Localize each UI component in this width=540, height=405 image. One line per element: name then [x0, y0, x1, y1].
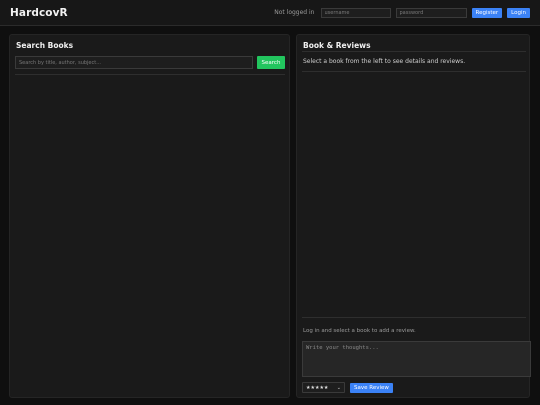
book-details-area	[302, 73, 526, 315]
username-input[interactable]	[320, 7, 391, 18]
login-status: Not logged in	[274, 9, 315, 16]
auth-area: Not logged in Register Login	[274, 7, 530, 18]
review-note: Log in and select a book to add a review…	[303, 328, 416, 334]
rating-select[interactable]: ★★★★★ ⌄	[302, 382, 345, 393]
search-button[interactable]: Search	[257, 56, 285, 69]
save-review-button[interactable]: Save Review	[350, 382, 393, 393]
register-button[interactable]: Register	[471, 7, 503, 18]
password-input[interactable]	[395, 7, 467, 18]
rating-value: ★★★★★	[306, 384, 329, 391]
app-title: HardcovR	[10, 6, 68, 19]
search-panel-title: Search Books	[16, 41, 74, 50]
details-hint: Select a book from the left to see detai…	[303, 58, 466, 65]
search-results-list	[15, 76, 285, 394]
details-divider	[302, 71, 526, 72]
search-results-divider	[15, 74, 285, 75]
search-panel: Search Books Search	[9, 34, 290, 398]
title-divider	[302, 51, 526, 52]
review-textarea[interactable]	[302, 341, 531, 377]
top-bar: HardcovR Not logged in Register Login	[0, 0, 540, 26]
login-button[interactable]: Login	[507, 7, 530, 18]
review-controls: ★★★★★ ⌄ Save Review	[302, 382, 393, 393]
details-panel-title: Book & Reviews	[303, 41, 371, 50]
search-row: Search	[15, 56, 285, 69]
review-divider	[302, 317, 526, 318]
chevron-down-icon: ⌄	[336, 384, 341, 391]
book-details-panel: Book & Reviews Select a book from the le…	[296, 34, 531, 398]
search-input[interactable]	[15, 56, 253, 69]
